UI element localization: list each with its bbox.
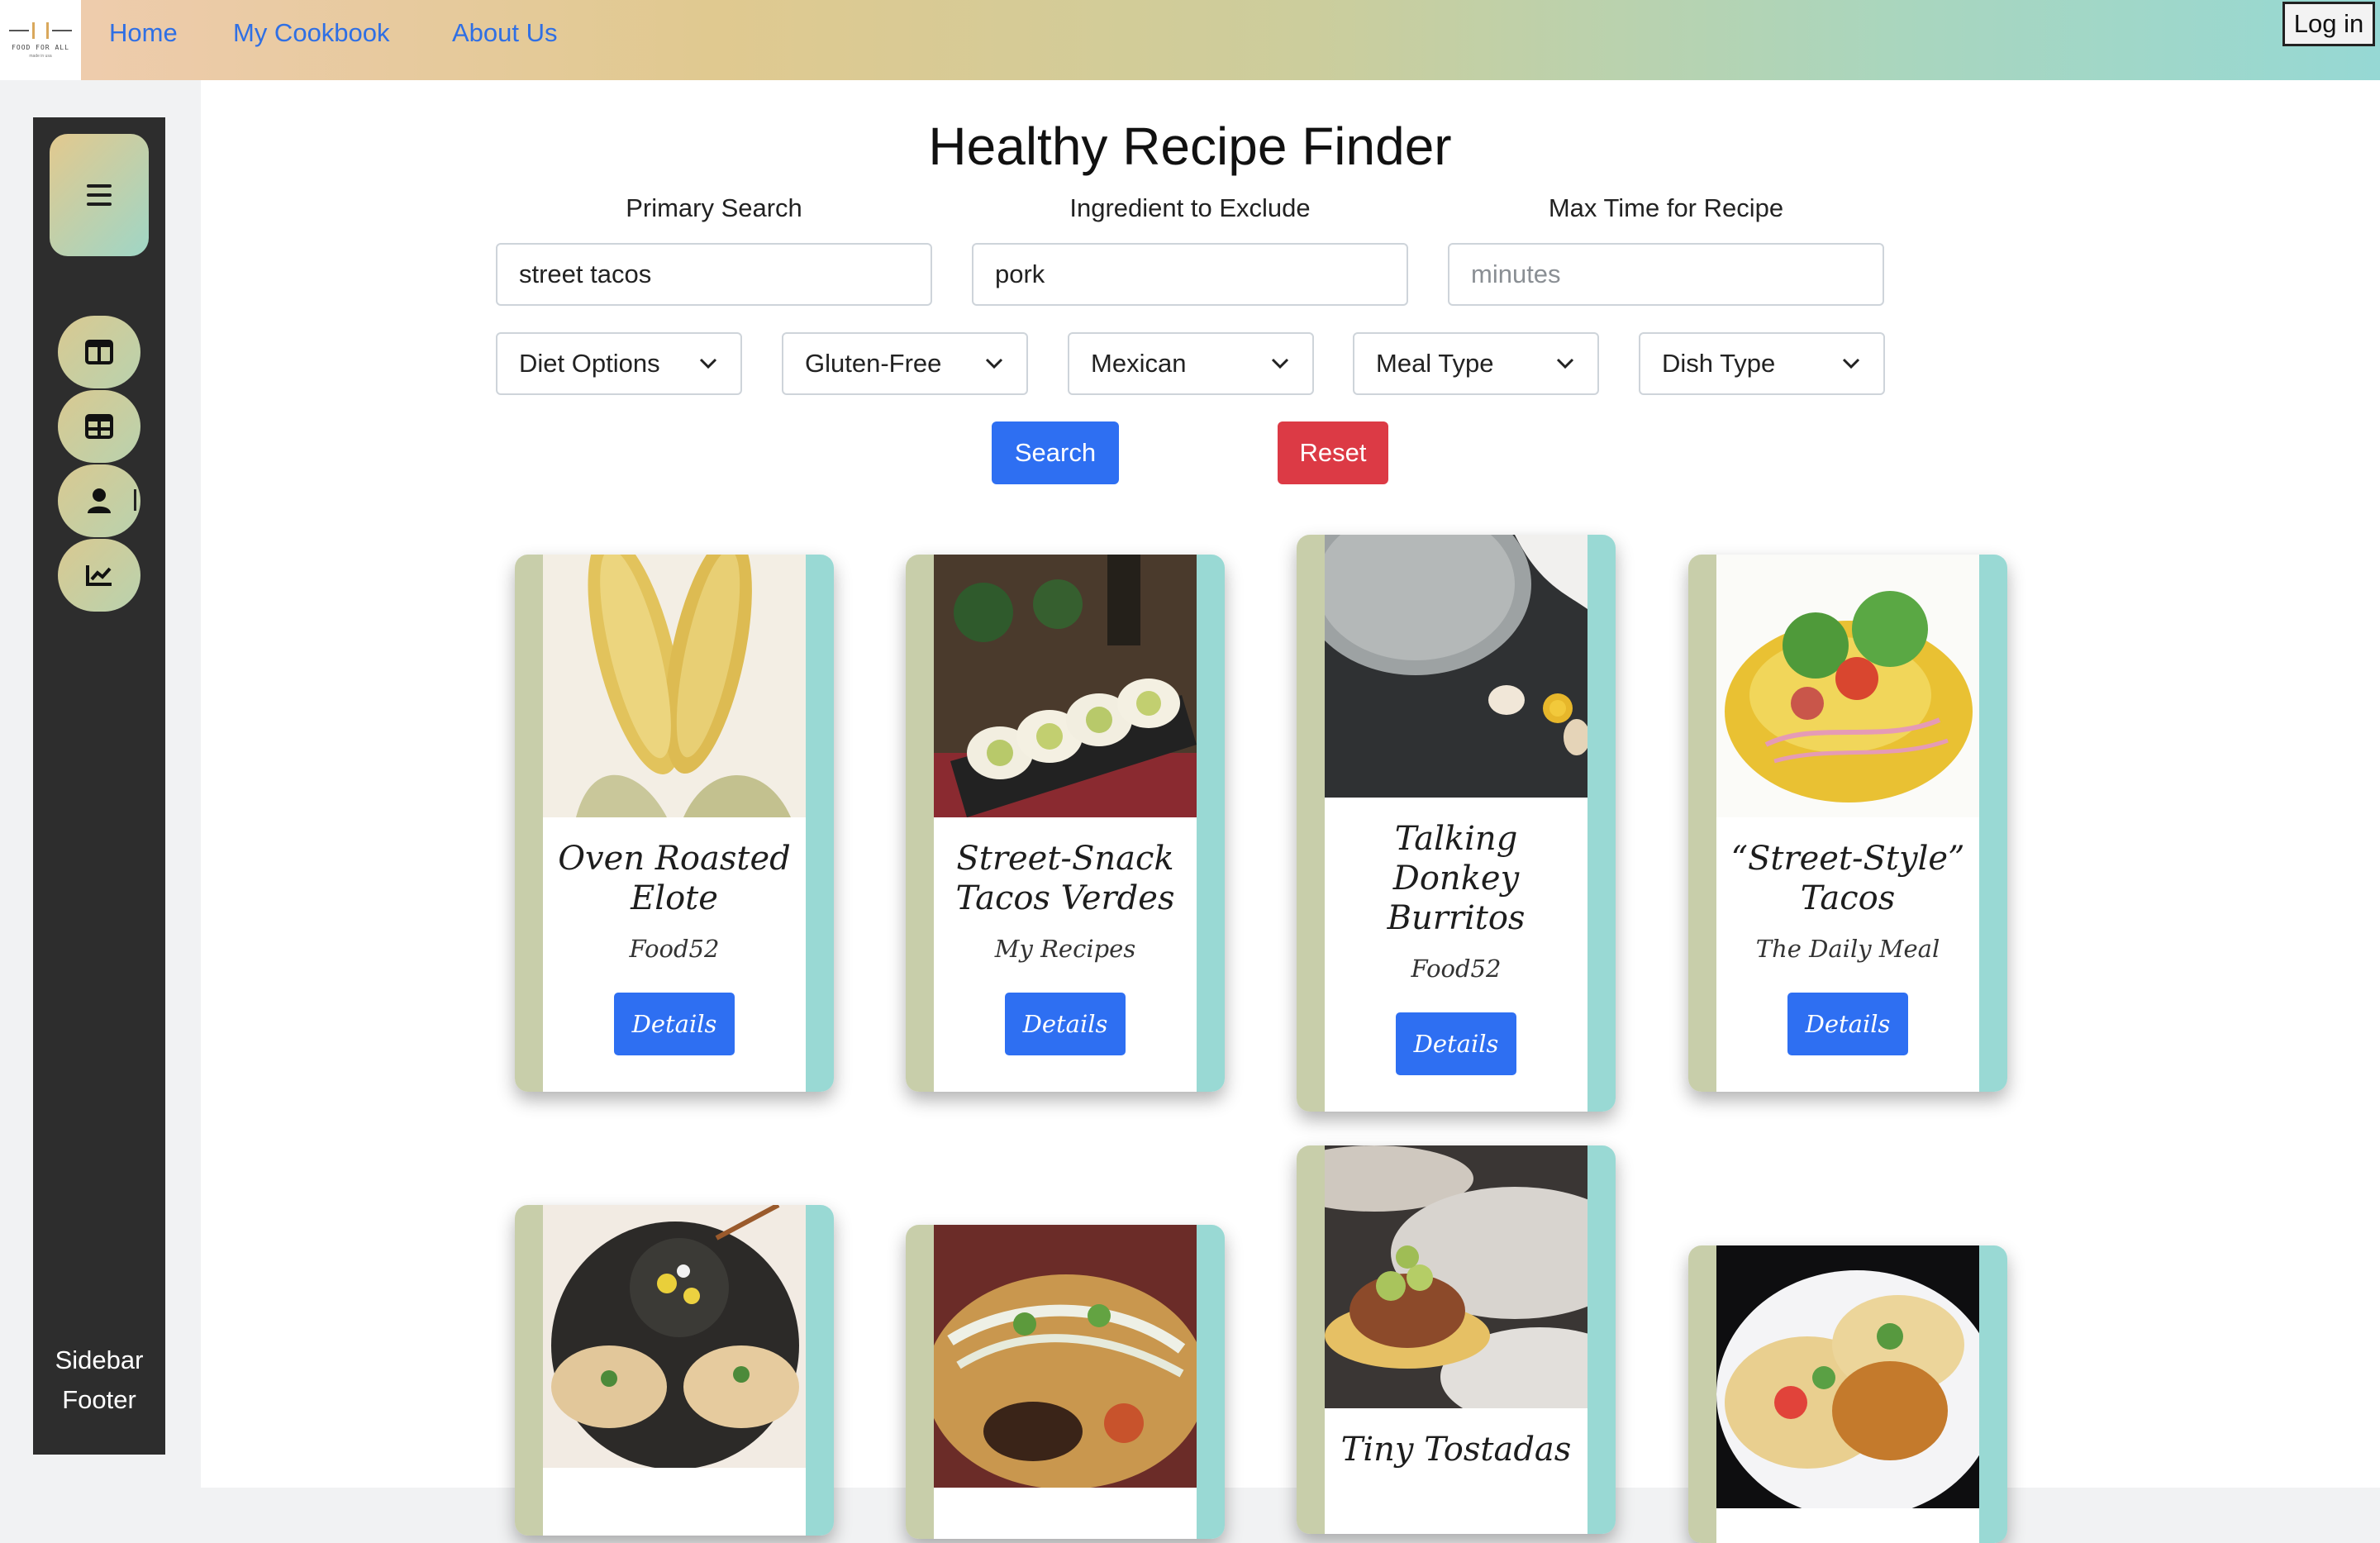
sidebar-footer-line2: Footer [62,1385,136,1414]
site-logo[interactable]: FOOD FOR ALL made in usa [0,0,81,80]
logo-tagline: made in usa [29,53,52,59]
recipe-photo [543,555,806,817]
recipe-photo [1716,555,1979,817]
sidebar-item-chart[interactable] [58,539,140,612]
sidebar-toggle-button[interactable] [50,134,149,256]
search-button[interactable]: Search [992,421,1119,484]
details-button[interactable]: Details [1005,993,1126,1055]
recipe-source: My Recipes [994,935,1136,963]
exclude-ingredient-input[interactable] [972,243,1408,306]
nav-home-link[interactable]: Home [109,18,178,48]
recipe-source: Food52 [1411,955,1502,983]
recipe-title: Tiny Tostadas [1340,1431,1572,1469]
menu-icon [87,184,112,206]
exclude-ingredient-label: Ingredient to Exclude [1069,193,1311,222]
max-time-label: Max Time for Recipe [1548,193,1784,222]
meal-type-select[interactable]: Meal Type [1353,332,1599,395]
sidebar-item-table[interactable] [58,390,140,463]
logo-text: FOOD FOR ALL [12,43,69,51]
recipe-title: Talking Donkey Burritos [1387,820,1526,937]
table-icon [85,414,113,439]
utensils-icon [9,21,72,39]
columns-icon [85,340,113,364]
diet-options-value: Diet Options [519,349,660,378]
details-button[interactable]: Details [1396,1012,1516,1075]
recipe-photo [934,555,1197,817]
chevron-down-icon [1271,358,1289,369]
page-title: Healthy Recipe Finder [928,117,1452,176]
sidebar-footer: Sidebar Footer [33,1341,165,1420]
cuisine-select[interactable]: Mexican [1068,332,1314,395]
recipe-title: Oven Roasted Elote [558,840,791,917]
text-cursor [134,489,136,511]
recipe-photo [1716,1245,1979,1508]
recipe-photo [934,1225,1197,1488]
max-time-input[interactable] [1448,243,1884,306]
recipe-card [515,1205,834,1536]
dish-type-value: Dish Type [1662,349,1776,378]
recipe-card [906,1225,1225,1539]
chevron-down-icon [1842,358,1860,369]
recipe-card: Talking Donkey Burritos Food52 Details [1297,535,1616,1112]
sidebar-footer-line1: Sidebar [55,1345,144,1374]
recipe-photo [1325,1145,1587,1408]
sidebar-item-user[interactable] [58,464,140,537]
cuisine-value: Mexican [1091,349,1187,378]
recipe-card: “Street-Style” Tacos The Daily Meal Deta… [1688,555,2007,1092]
health-label-value: Gluten-Free [805,349,942,378]
chevron-down-icon [699,358,717,369]
recipe-card: Oven Roasted Elote Food52 Details [515,555,834,1092]
recipe-photo [543,1205,806,1468]
nav-about-us-link[interactable]: About Us [452,18,558,48]
recipe-title: “Street-Style” Tacos [1730,840,1965,917]
health-label-select[interactable]: Gluten-Free [782,332,1028,395]
dish-type-select[interactable]: Dish Type [1639,332,1885,395]
reset-button[interactable]: Reset [1278,421,1388,484]
login-button[interactable]: Log in [2282,2,2375,46]
recipe-title: Street-Snack Tacos Verdes [955,840,1175,917]
chart-icon [86,565,112,586]
meal-type-value: Meal Type [1376,349,1494,378]
sidebar-item-columns[interactable] [58,316,140,388]
recipe-card: Street-Snack Tacos Verdes My Recipes Det… [906,555,1225,1092]
recipe-photo [1325,535,1587,798]
top-navbar: FOOD FOR ALL made in usa Home My Cookboo… [0,0,2380,80]
details-button[interactable]: Details [614,993,735,1055]
recipe-source: Food52 [629,935,720,963]
details-button[interactable]: Details [1787,993,1908,1055]
chevron-down-icon [1556,358,1574,369]
chevron-down-icon [985,358,1003,369]
user-icon [88,488,111,513]
primary-search-input[interactable] [496,243,932,306]
primary-search-label: Primary Search [626,193,802,222]
recipe-card [1688,1245,2007,1543]
recipe-source: The Daily Meal [1755,935,1940,963]
recipe-card: Tiny Tostadas [1297,1145,1616,1534]
nav-my-cookbook-link[interactable]: My Cookbook [233,18,390,48]
diet-options-select[interactable]: Diet Options [496,332,742,395]
sidebar: Sidebar Footer [33,117,165,1455]
